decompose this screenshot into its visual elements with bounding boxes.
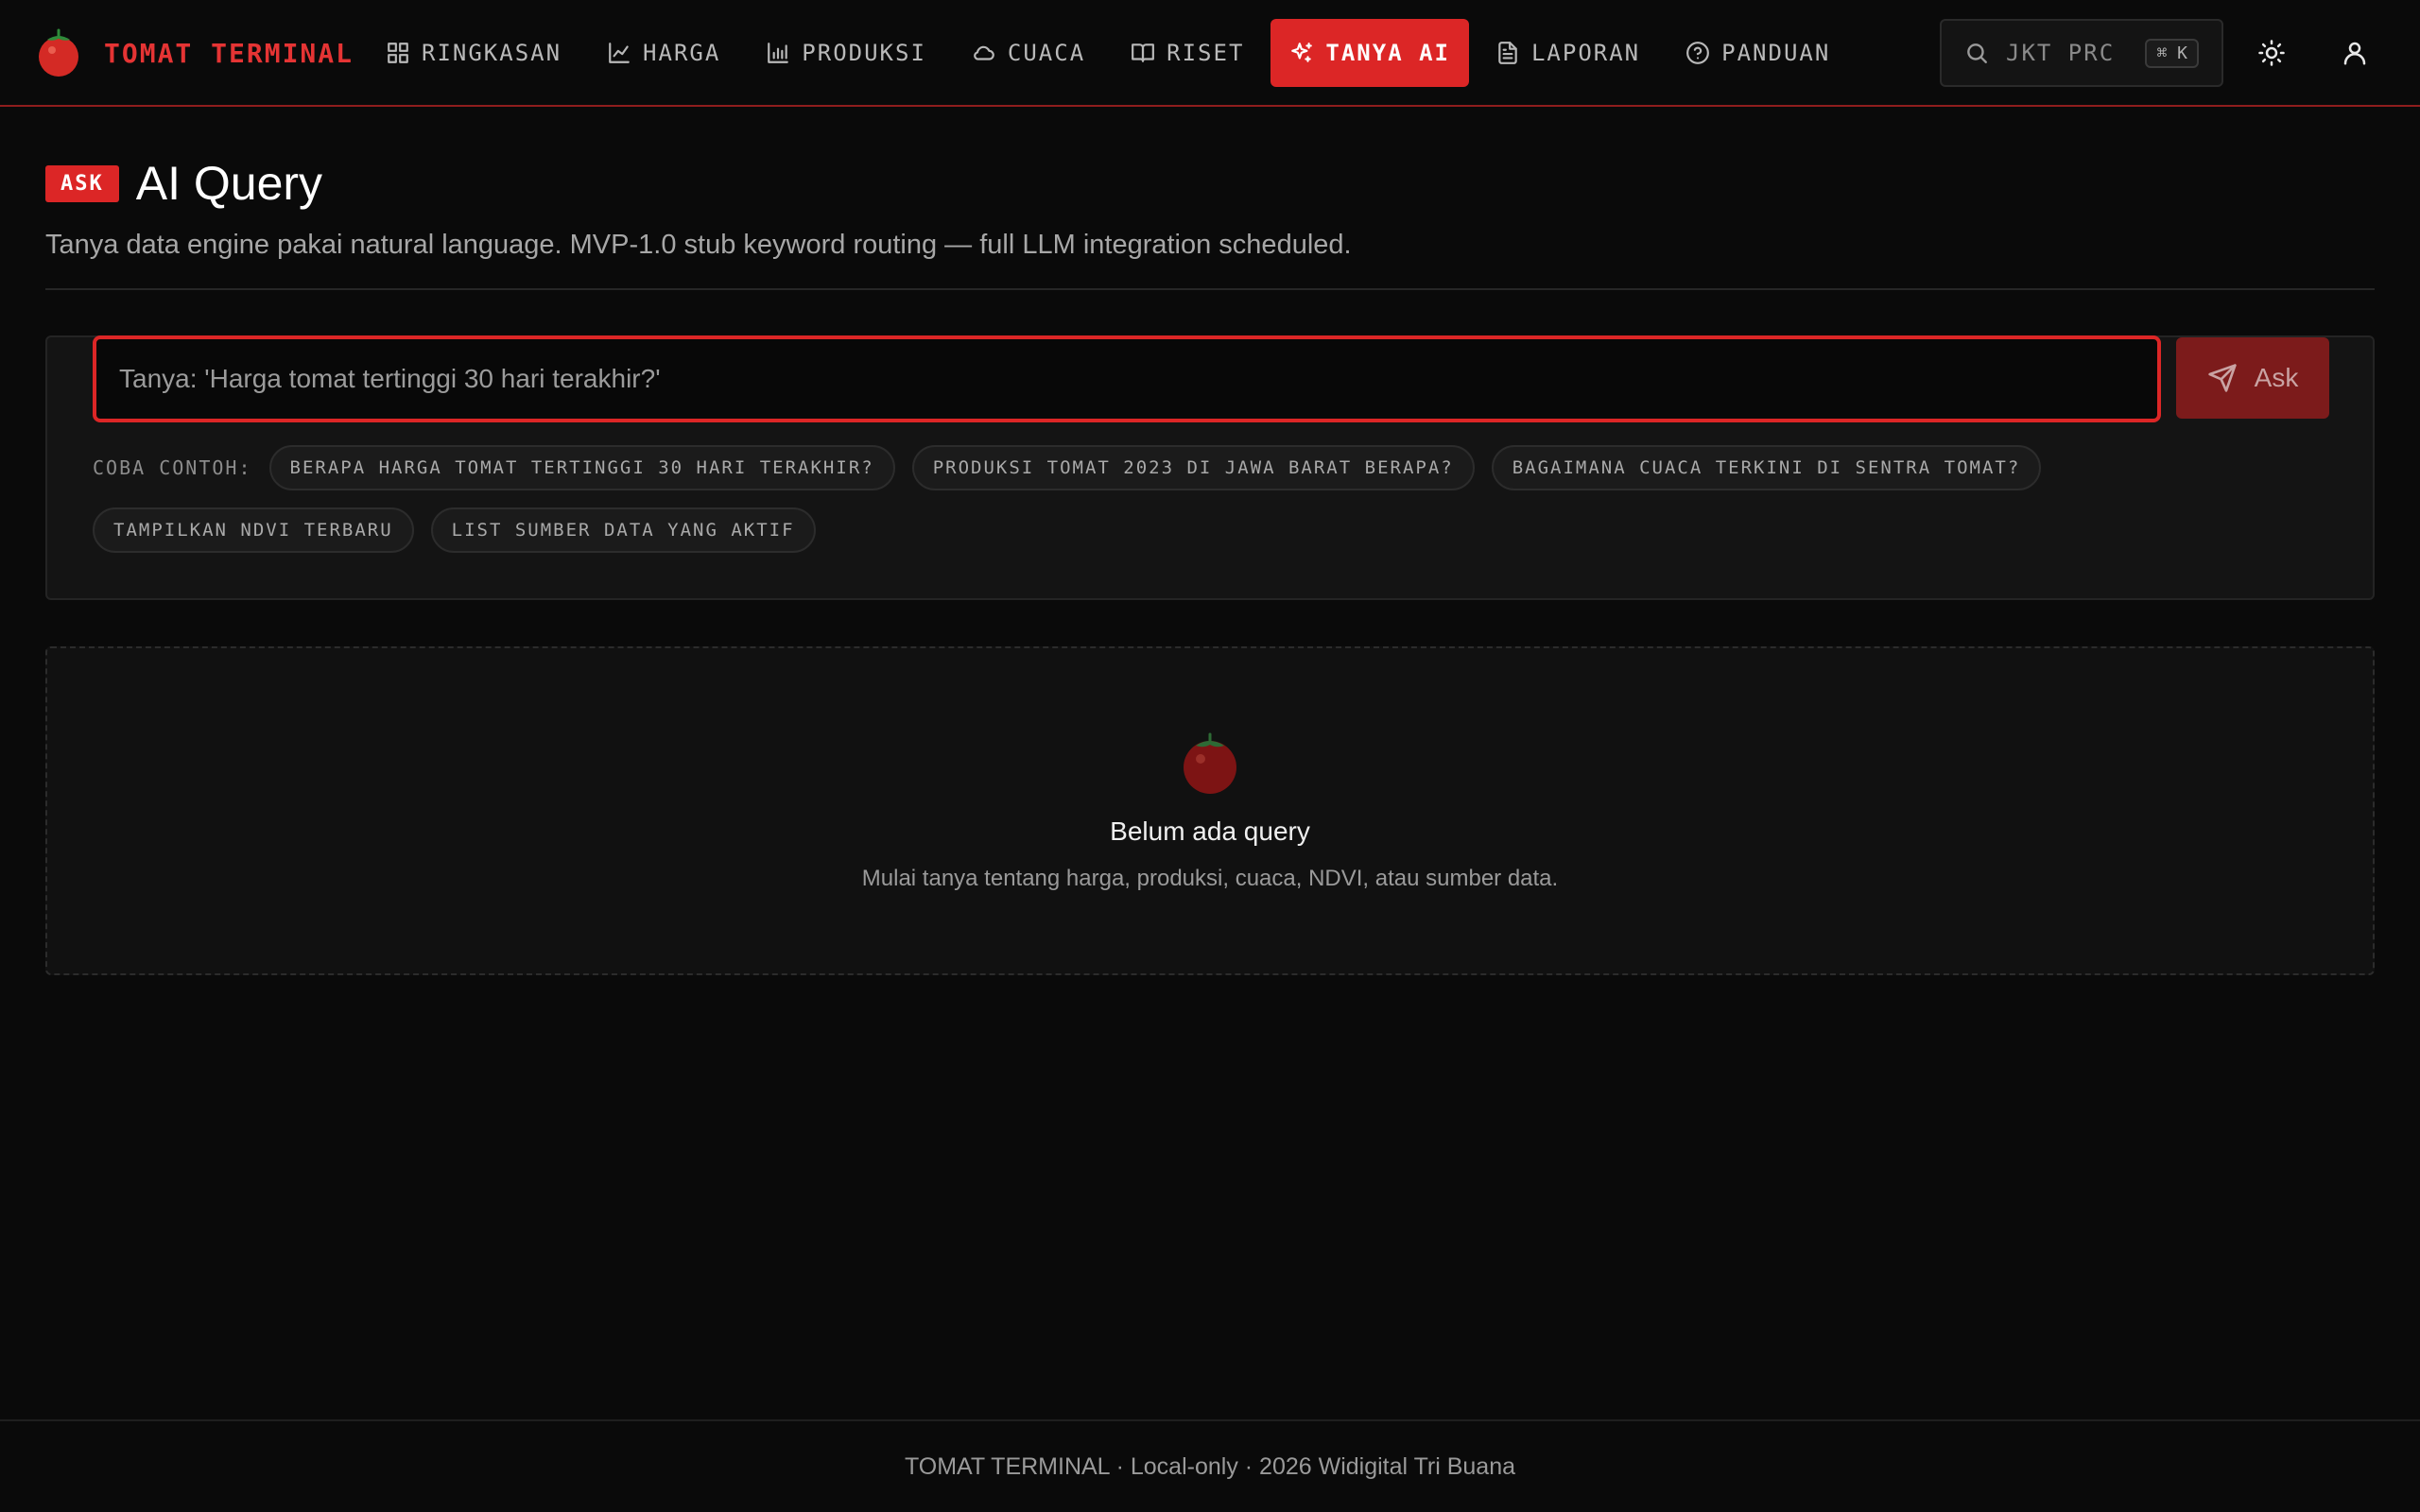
examples-label: COBA CONTOH: xyxy=(93,456,252,479)
page-title: AI Query xyxy=(135,157,323,210)
send-icon xyxy=(2207,364,2237,392)
nav-item-riset[interactable]: RISET xyxy=(1112,19,1263,87)
footer: TOMAT TERMINAL · Local-only · 2026 Widig… xyxy=(0,1419,2420,1512)
sparkles-icon xyxy=(1291,43,1313,62)
search-icon xyxy=(1967,43,1987,63)
user-icon xyxy=(2343,42,2366,65)
user-menu-button[interactable] xyxy=(2328,26,2381,79)
grid-icon xyxy=(388,43,408,63)
line-chart-icon xyxy=(609,43,630,63)
empty-state-subtitle: Mulai tanya tentang harga, produksi, cua… xyxy=(861,866,1559,891)
book-icon xyxy=(1132,43,1155,62)
nav-item-label: RISET xyxy=(1167,40,1245,66)
example-chip[interactable]: BAGAIMANA CUACA TERKINI DI SENTRA TOMAT? xyxy=(1491,445,2042,490)
page-badge: ASK xyxy=(45,164,119,202)
nav-item-label: PRODUKSI xyxy=(802,40,926,66)
search-shortcut: ⌘ K xyxy=(2145,38,2199,68)
example-chip[interactable]: LIST SUMBER DATA YANG AKTIF xyxy=(430,507,816,553)
top-nav-bar: TOMAT TERMINAL RINGKASAN HARGA PRODUKSI … xyxy=(0,0,2420,107)
nav-item-panduan[interactable]: PANDUAN xyxy=(1667,19,1849,87)
search-placeholder: JKT PRC xyxy=(2006,40,2116,66)
header-divider xyxy=(45,288,2375,290)
nav-item-tanya-ai[interactable]: TANYA AI xyxy=(1270,19,1469,87)
brand-name: TOMAT TERMINAL xyxy=(104,37,354,69)
main-nav: RINGKASAN HARGA PRODUKSI CUACA RISET TAN… xyxy=(367,19,1849,87)
ask-button[interactable]: Ask xyxy=(2176,337,2329,419)
ask-panel: Ask COBA CONTOH: BERAPA HARGA TOMAT TERT… xyxy=(45,335,2375,600)
nav-item-label: CUACA xyxy=(1007,40,1086,66)
nav-item-label: RINGKASAN xyxy=(422,40,562,66)
nav-item-label: TANYA AI xyxy=(1325,40,1450,66)
nav-item-harga[interactable]: HARGA xyxy=(588,19,739,87)
nav-item-produksi[interactable]: PRODUKSI xyxy=(747,19,945,87)
nav-item-laporan[interactable]: LAPORAN xyxy=(1477,19,1659,87)
page-subtitle: Tanya data engine pakai natural language… xyxy=(45,230,1352,260)
cloud-icon xyxy=(974,45,994,60)
ask-button-label: Ask xyxy=(2254,363,2299,392)
tomato-icon xyxy=(39,28,78,77)
example-queries: COBA CONTOH: BERAPA HARGA TOMAT TERTINGG… xyxy=(93,445,2342,553)
empty-state: Belum ada query Mulai tanya tentang harg… xyxy=(45,646,2375,975)
nav-item-ringkasan[interactable]: RINGKASAN xyxy=(367,19,580,87)
theme-toggle-button[interactable] xyxy=(2245,26,2298,79)
nav-item-label: HARGA xyxy=(643,40,721,66)
brand[interactable]: TOMAT TERMINAL xyxy=(36,26,354,79)
bar-chart-icon xyxy=(768,43,789,63)
sun-icon xyxy=(2258,40,2285,66)
example-chip[interactable]: TAMPILKAN NDVI TERBARU xyxy=(93,507,414,553)
page-header: ASK AI Query Tanya data engine pakai nat… xyxy=(45,156,1352,261)
search-box[interactable]: JKT PRC ⌘ K xyxy=(1940,19,2223,87)
example-chip[interactable]: BERAPA HARGA TOMAT TERTINGGI 30 HARI TER… xyxy=(268,445,895,490)
nav-item-label: LAPORAN xyxy=(1530,40,1641,66)
footer-text: TOMAT TERMINAL · Local-only · 2026 Widig… xyxy=(904,1452,1516,1480)
empty-state-title: Belum ada query xyxy=(1110,816,1310,846)
file-text-icon xyxy=(1498,42,1517,64)
help-circle-icon xyxy=(1686,42,1710,64)
ask-input[interactable] xyxy=(93,335,2161,422)
title-row: ASK AI Query xyxy=(45,156,1352,211)
nav-item-label: PANDUAN xyxy=(1721,40,1831,66)
tomato-icon xyxy=(1184,732,1236,794)
example-chip[interactable]: PRODUKSI TOMAT 2023 DI JAWA BARAT BERAPA… xyxy=(911,445,1475,490)
nav-item-cuaca[interactable]: CUACA xyxy=(953,19,1104,87)
